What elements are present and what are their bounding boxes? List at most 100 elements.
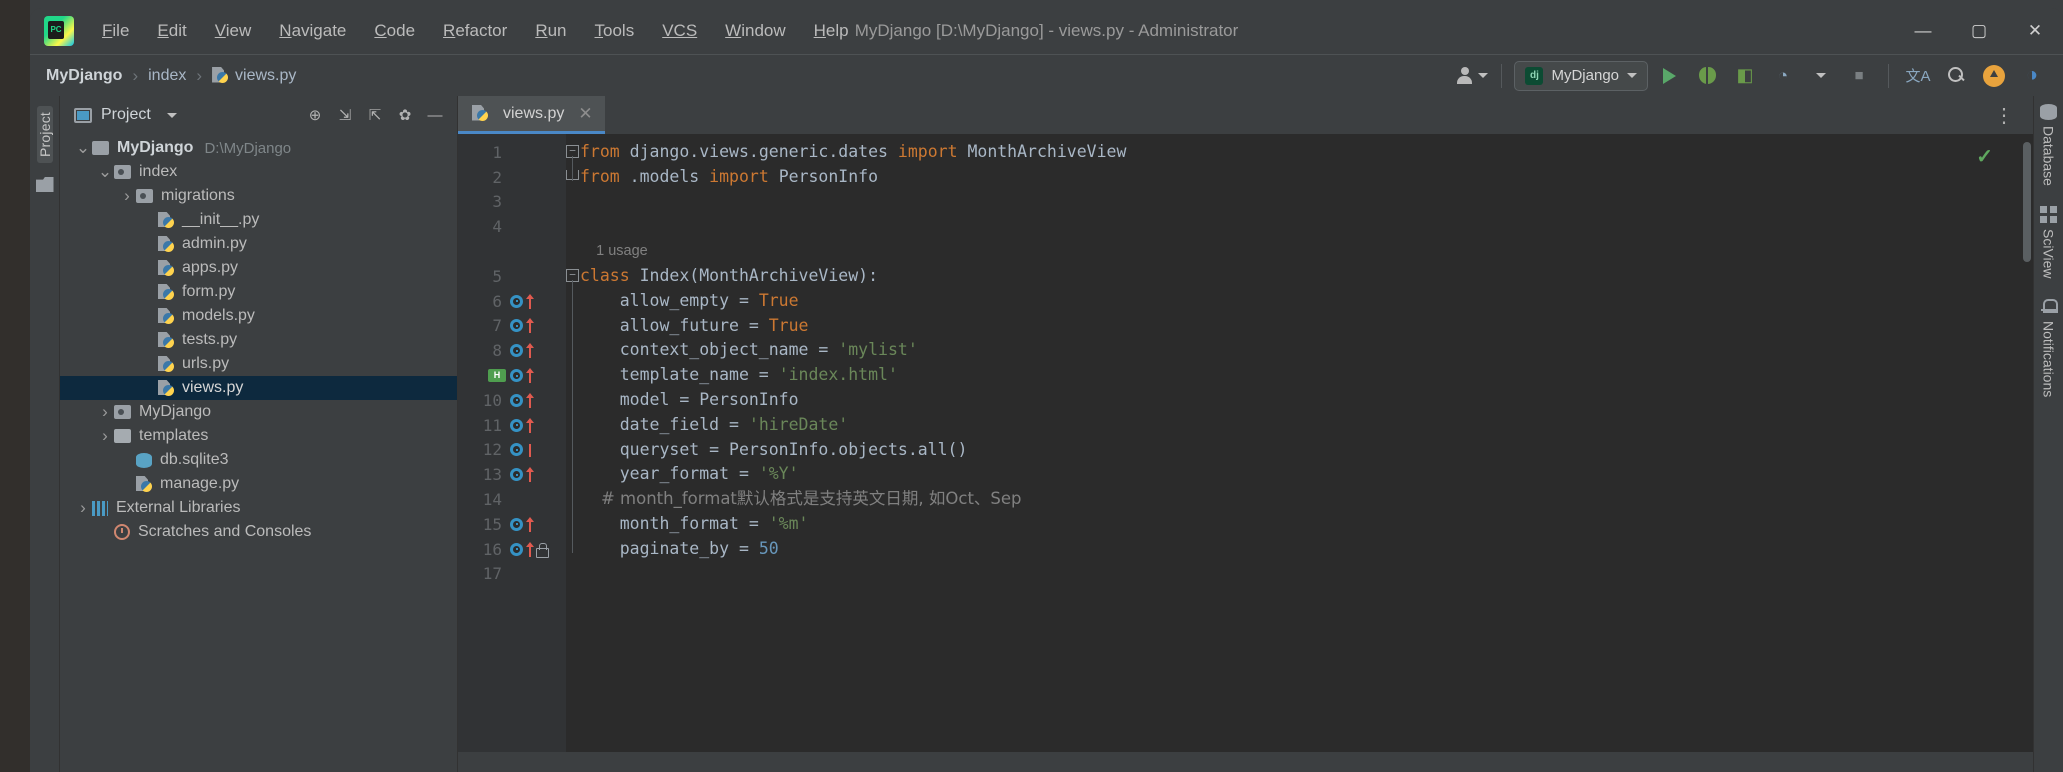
code-line[interactable]: allow_future = True (566, 314, 2033, 339)
usage-inlay-hint[interactable]: 1 usage (566, 239, 2033, 264)
gutter-row[interactable]: 17 (458, 562, 566, 587)
override-marker[interactable] (510, 516, 534, 532)
code-line[interactable]: paginate_by = 50 (566, 537, 2033, 562)
gutter-row[interactable]: 7 (458, 314, 566, 339)
override-marker[interactable] (510, 417, 534, 433)
override-marker[interactable] (510, 467, 534, 483)
debug-button[interactable] (1690, 61, 1724, 91)
tree-item-index[interactable]: ⌄ index (60, 160, 457, 184)
code-line[interactable] (566, 214, 2033, 239)
collapse-all-icon[interactable]: ⇱ (361, 101, 389, 129)
menu-vcs[interactable]: VCS (648, 17, 711, 45)
maximize-button[interactable]: ▢ (1951, 8, 2007, 54)
override-marker[interactable] (510, 343, 534, 359)
tool-window-button-database[interactable]: Database (2040, 104, 2057, 186)
gutter-row[interactable] (458, 239, 566, 264)
editor-scrollbar[interactable] (2023, 142, 2031, 262)
code-line[interactable] (566, 562, 2033, 587)
gutter-row[interactable]: 8 (458, 338, 566, 363)
tool-window-button-sciview[interactable]: SciView (2040, 205, 2057, 278)
minimize-button[interactable]: — (1895, 8, 1951, 54)
run-coverage-button[interactable]: ◧ (1728, 61, 1762, 91)
breadcrumb-root[interactable]: MyDjango (46, 67, 122, 85)
tree-item-manage-py[interactable]: manage.py (60, 472, 457, 496)
menu-refactor[interactable]: Refactor (429, 17, 521, 45)
code-line[interactable]: queryset = PersonInfo.objects.all() (566, 438, 2033, 463)
code-text-area[interactable]: − − from django.views.generic.dates impor… (566, 134, 2033, 752)
chevron-right-icon[interactable]: › (118, 186, 136, 206)
tree-item-db-sqlite3[interactable]: db.sqlite3 (60, 448, 457, 472)
tree-item-scratches-and-consoles[interactable]: Scratches and Consoles (60, 520, 457, 544)
update-project-button[interactable] (1977, 61, 2011, 91)
code-line[interactable]: allow_empty = True (566, 289, 2033, 314)
stop-button[interactable]: ■ (1842, 61, 1876, 91)
code-line[interactable]: from django.views.generic.dates import M… (566, 140, 2033, 165)
gutter-row[interactable]: 12 (458, 438, 566, 463)
chevron-down-icon[interactable]: ⌄ (96, 163, 114, 180)
code-line[interactable]: class Index(MonthArchiveView): (566, 264, 2033, 289)
expand-all-icon[interactable]: ⇲ (331, 101, 359, 129)
gutter-row[interactable]: 11 (458, 413, 566, 438)
tree-item-mydjango[interactable]: ⌄ MyDjango D:\MyDjango (60, 136, 457, 160)
chevron-down-icon[interactable]: ⌄ (74, 139, 92, 156)
run-button[interactable] (1652, 61, 1686, 91)
close-icon[interactable]: ✕ (578, 104, 592, 124)
code-line[interactable]: from .models import PersonInfo (566, 165, 2033, 190)
code-editor[interactable]: 123456789H1011121314151617 −− from djang… (458, 134, 2033, 752)
tree-item-views-py[interactable]: views.py (60, 376, 457, 400)
inspection-status-icon[interactable]: ✓ (1976, 144, 1993, 169)
menu-view[interactable]: View (201, 17, 266, 45)
code-line[interactable]: template_name = 'index.html' (566, 363, 2033, 388)
tree-item-urls-py[interactable]: urls.py (60, 352, 457, 376)
tree-item-tests-py[interactable]: tests.py (60, 328, 457, 352)
breadcrumb-index[interactable]: index (148, 67, 186, 85)
gutter-row[interactable]: 1 (458, 140, 566, 165)
code-line[interactable]: model = PersonInfo (566, 388, 2033, 413)
editor-gutter[interactable]: 123456789H1011121314151617 (458, 134, 566, 752)
tool-window-button-project[interactable]: Project (36, 106, 53, 163)
menu-edit[interactable]: Edit (143, 17, 200, 45)
hide-panel-icon[interactable]: — (421, 101, 449, 129)
tree-item-apps-py[interactable]: apps.py (60, 256, 457, 280)
more-options-icon[interactable]: ⋮ (1986, 103, 2023, 128)
gutter-row[interactable]: 6 (458, 289, 566, 314)
translate-button[interactable]: 文A (1901, 61, 1935, 91)
code-line[interactable]: month_format = '%m' (566, 512, 2033, 537)
menu-help[interactable]: Help (800, 17, 863, 45)
menu-navigate[interactable]: Navigate (265, 17, 360, 45)
profile-dropdown[interactable] (1804, 61, 1838, 91)
code-line[interactable] (566, 190, 2033, 215)
override-marker[interactable] (510, 392, 534, 408)
code-line[interactable]: date_field = 'hireDate' (566, 413, 2033, 438)
search-everywhere-button[interactable] (1939, 61, 1973, 91)
gutter-row[interactable]: 10 (458, 388, 566, 413)
select-opened-file-icon[interactable]: ⊕ (301, 101, 329, 129)
html-file-badge-icon[interactable]: H (488, 369, 506, 383)
menu-code[interactable]: Code (360, 17, 429, 45)
tree-item-migrations[interactable]: › migrations (60, 184, 457, 208)
override-marker[interactable] (510, 318, 534, 334)
profile-button[interactable]: ◔ (1766, 61, 1800, 91)
tree-item-mydjango[interactable]: › MyDjango (60, 400, 457, 424)
gutter-row[interactable]: 2 (458, 165, 566, 190)
tool-window-button-notifications[interactable]: Notifications (2040, 298, 2058, 398)
chevron-right-icon[interactable]: › (96, 402, 114, 422)
account-button[interactable] (1455, 61, 1489, 91)
ide-settings-button[interactable]: ◑ (2015, 61, 2049, 91)
code-line[interactable]: context_object_name = 'mylist' (566, 338, 2033, 363)
menu-run[interactable]: Run (521, 17, 580, 45)
close-button[interactable]: ✕ (2007, 8, 2063, 54)
gutter-row[interactable]: 16 (458, 537, 566, 562)
settings-gear-icon[interactable]: ✿ (391, 101, 419, 129)
chevron-right-icon[interactable]: › (96, 426, 114, 446)
override-marker[interactable] (510, 442, 534, 458)
menu-tools[interactable]: Tools (581, 17, 649, 45)
override-marker[interactable] (510, 368, 534, 384)
fold-gutter[interactable]: − − (566, 140, 580, 752)
menu-window[interactable]: Window (711, 17, 799, 45)
tree-item--init-py[interactable]: __init__.py (60, 208, 457, 232)
code-line[interactable]: year_format = '%Y' (566, 462, 2033, 487)
override-marker[interactable] (510, 541, 534, 557)
breadcrumb-file[interactable]: views.py (235, 67, 296, 85)
tree-item-admin-py[interactable]: admin.py (60, 232, 457, 256)
